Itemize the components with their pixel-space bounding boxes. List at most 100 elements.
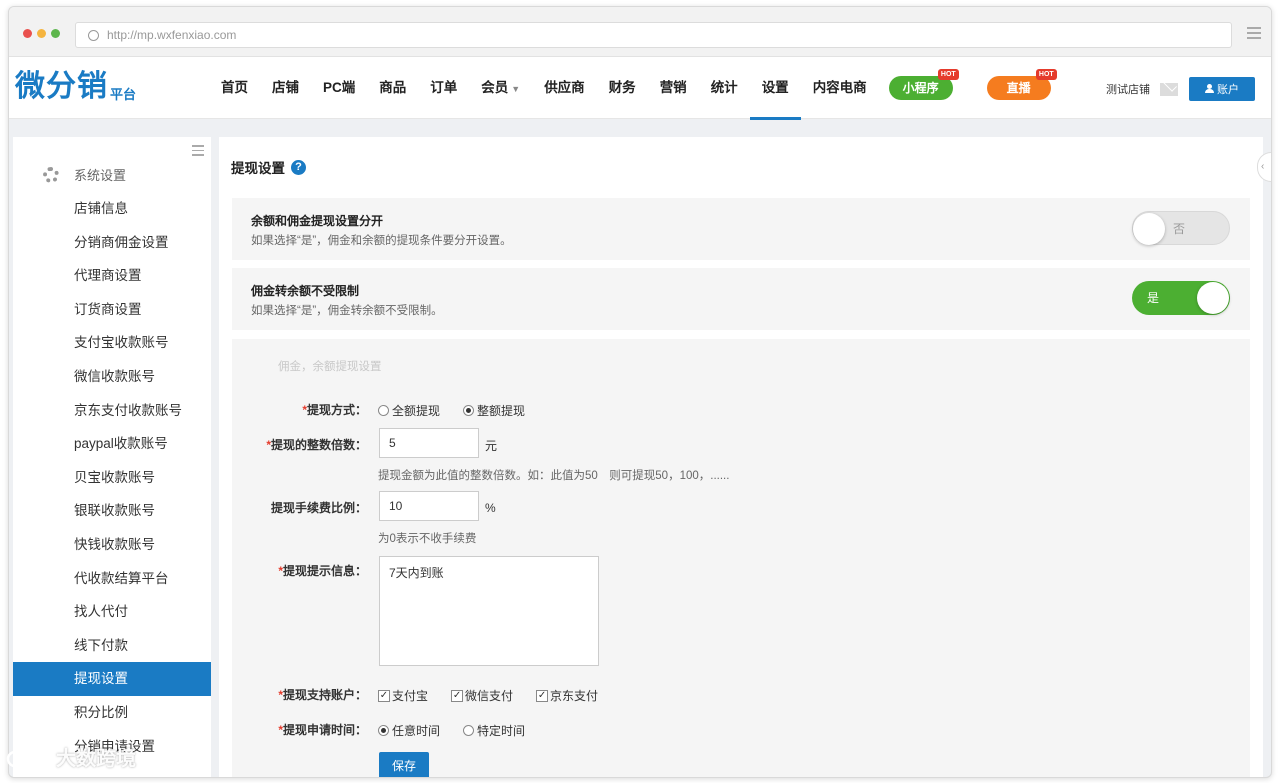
sidebar-item[interactable]: 订货商设置 xyxy=(13,293,211,327)
hot-badge: HOT xyxy=(1035,69,1057,80)
radio-button[interactable] xyxy=(463,405,475,416)
method-radio-group: 全额提现 整额提现 xyxy=(378,402,548,419)
nav-item[interactable]: 内容电商 xyxy=(801,57,879,119)
sidebar-header-label: 系统设置 xyxy=(74,168,127,183)
sidebar-item[interactable]: 快钱收款账号 xyxy=(13,528,211,562)
checkbox-option[interactable]: ✓ 京东支付 xyxy=(536,687,598,704)
radio-option[interactable]: 全额提现 xyxy=(378,402,440,419)
window-controls xyxy=(23,29,60,38)
checkbox[interactable]: ✓ xyxy=(451,689,464,702)
nav-item[interactable]: 订单 xyxy=(418,57,469,119)
gear-icon xyxy=(43,166,59,183)
shop-name: 测试店铺 xyxy=(1106,84,1150,96)
setting-title: 余额和佣金提现设置分开 xyxy=(251,214,384,228)
radio-label: 整额提现 xyxy=(477,404,526,418)
browser-toolbar: http://mp.wxfenxiao.com xyxy=(9,7,1271,57)
checkbox[interactable]: ✓ xyxy=(536,689,549,702)
shop-switcher[interactable]: 测试店铺 xyxy=(1106,81,1178,97)
sidebar-item[interactable]: 店铺信息 xyxy=(13,192,211,226)
nav-pill-wrap: 直播 HOT xyxy=(963,57,1057,119)
save-button[interactable]: 保存 xyxy=(379,752,429,777)
radio-button[interactable] xyxy=(378,725,389,736)
checkbox-label: 支付宝 xyxy=(392,689,429,703)
fee-input[interactable]: 10 xyxy=(379,491,479,521)
multiple-label: *提现的整数倍数： xyxy=(266,438,367,452)
browser-menu-icon[interactable] xyxy=(1247,27,1261,42)
nav-item[interactable]: 统计 xyxy=(699,57,750,119)
radio-button[interactable] xyxy=(463,725,475,736)
checkbox[interactable]: ✓ xyxy=(378,689,390,702)
sidebar-item[interactable]: 贝宝收款账号 xyxy=(13,461,211,495)
setting-commission-to-balance: 佣金转余额不受限制 如果选择“是”，佣金转余额不受限制。 是 xyxy=(232,268,1250,330)
sidebar-item[interactable]: 银联收款账号 xyxy=(13,494,211,528)
radio-label: 特定时间 xyxy=(477,724,526,738)
multiple-input[interactable]: 5 xyxy=(379,428,479,458)
site-logo[interactable]: 微分销 平台 xyxy=(15,71,136,103)
sidebar-item[interactable]: 提现设置 xyxy=(13,662,211,696)
accounts-checkbox-group: ✓ 支付宝 ✓ 微信支付 ✓ 京东支付 xyxy=(378,687,621,704)
nav-item[interactable]: 供应商 xyxy=(532,57,597,119)
setting-description: 如果选择“是”，佣金和余额的提现条件要分开设置。 xyxy=(251,235,512,247)
sidebar-item[interactable]: 找人代付 xyxy=(13,595,211,629)
commission-to-balance-toggle[interactable]: 是 xyxy=(1132,281,1230,315)
nav-item[interactable]: 店铺 xyxy=(260,57,311,119)
page-title-text: 提现设置 xyxy=(231,161,285,176)
radio-option[interactable]: 特定时间 xyxy=(463,722,525,739)
sidebar-item[interactable]: 支付宝收款账号 xyxy=(13,326,211,360)
nav-item[interactable]: 会员 ▼ xyxy=(469,57,532,119)
fee-label: 提现手续费比例： xyxy=(270,501,367,515)
sidebar-item[interactable]: 分销商佣金设置 xyxy=(13,226,211,260)
page-title: 提现设置 ? xyxy=(231,157,306,177)
time-radio-group: 任意时间 特定时间 xyxy=(378,722,548,739)
sidebar-item[interactable]: 微信收款账号 xyxy=(13,360,211,394)
sidebar-collapse-icon[interactable] xyxy=(192,145,204,159)
nav-item[interactable]: 商品 xyxy=(367,57,418,119)
separate-withdrawal-toggle[interactable]: 否 xyxy=(1132,211,1230,245)
checkbox-option[interactable]: ✓ 微信支付 xyxy=(451,687,513,704)
multiple-unit: 元 xyxy=(485,439,498,453)
sidebar-item[interactable]: 积分比例 xyxy=(13,696,211,730)
browser-window: http://mp.wxfenxiao.com 微分销 平台 首页 店铺 PC端 商品… xyxy=(8,6,1272,778)
hot-badge: HOT xyxy=(937,69,959,80)
sidebar-item[interactable]: paypal收款账号 xyxy=(13,427,211,461)
top-navigation: 微分销 平台 首页 店铺 PC端 商品 订单 会员 ▼ 供应商 财务 营销 统计 设置 内容电商 小程序 H… xyxy=(9,57,1271,120)
setting-title: 佣金转余额不受限制 xyxy=(251,284,360,298)
radio-button[interactable] xyxy=(378,405,389,416)
nav-item[interactable]: 首页 xyxy=(209,57,260,119)
close-dot[interactable] xyxy=(23,29,32,38)
radio-label: 全额提现 xyxy=(392,404,441,418)
setting-separate-withdrawal: 余额和佣金提现设置分开 如果选择“是”，佣金和余额的提现条件要分开设置。 否 xyxy=(232,198,1250,260)
address-bar[interactable]: http://mp.wxfenxiao.com xyxy=(75,22,1232,48)
nav-item[interactable]: PC端 xyxy=(311,57,367,119)
chevron-down-icon: ▼ xyxy=(511,84,521,94)
user-icon xyxy=(1205,84,1214,94)
mail-icon[interactable] xyxy=(1160,82,1178,96)
main-content: 提现设置 ? 余额和佣金提现设置分开 如果选择“是”，佣金和余额的提现条件要分开… xyxy=(219,137,1263,777)
nav-item[interactable]: 营销 xyxy=(648,57,699,119)
account-button[interactable]: 账户 xyxy=(1189,77,1255,101)
url-text: http://mp.wxfenxiao.com xyxy=(107,28,237,42)
sidebar-item[interactable]: 线下付款 xyxy=(13,629,211,663)
sidebar-header: 系统设置 xyxy=(43,165,126,184)
help-icon[interactable]: ? xyxy=(291,159,306,175)
setting-description: 如果选择“是”，佣金转余额不受限制。 xyxy=(251,305,443,317)
sidebar-item[interactable]: 京东支付收款账号 xyxy=(13,394,211,428)
radio-option[interactable]: 整额提现 xyxy=(463,402,525,419)
sidebar-item[interactable]: 代收款结算平台 xyxy=(13,562,211,596)
watermark: 大数跨境 xyxy=(6,742,136,771)
checkbox-option[interactable]: ✓ 支付宝 xyxy=(378,687,428,704)
radio-option[interactable]: 任意时间 xyxy=(378,722,440,739)
fee-hint: 为0表示不收手续费 xyxy=(378,533,477,545)
message-textarea[interactable]: 7天内到账 xyxy=(379,556,599,666)
nav-item[interactable]: 财务 xyxy=(597,57,648,119)
watermark-logo-icon xyxy=(6,746,48,767)
maximize-dot[interactable] xyxy=(51,29,60,38)
toggle-knob xyxy=(1133,213,1165,245)
main-menu: 首页 店铺 PC端 商品 订单 会员 ▼ 供应商 财务 营销 统计 设置 内容电商 小程序 HOT 直播 HOT xyxy=(209,57,1057,120)
nav-item[interactable]: 设置 xyxy=(749,57,801,120)
reload-icon[interactable] xyxy=(88,29,99,41)
minimize-dot[interactable] xyxy=(37,29,46,38)
sidebar-item[interactable]: 代理商设置 xyxy=(13,259,211,293)
multiple-hint: 提现金额为此值的整数倍数。如：此值为50 则可提现50，100，...... xyxy=(378,470,730,482)
logo-sub-text: 平台 xyxy=(110,87,137,102)
